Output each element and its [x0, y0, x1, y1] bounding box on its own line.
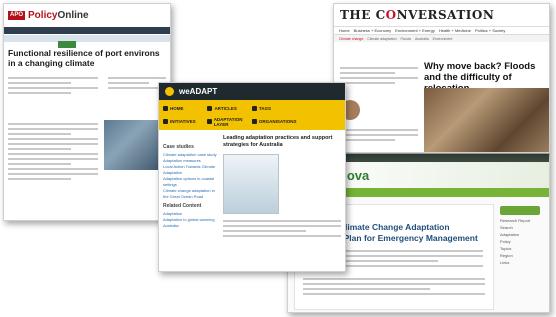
case-studies-heading: Case studies [163, 144, 194, 150]
policyonline-brand[interactable]: PolicyOnline [28, 10, 89, 21]
layer-icon [207, 119, 212, 124]
related-link[interactable]: Australia [163, 223, 219, 229]
sidebar-item[interactable]: Research Report [500, 217, 546, 224]
nav-item[interactable]: Environment + Energy [395, 28, 435, 33]
report-thumbnail[interactable] [223, 154, 279, 214]
menu-item-initiatives[interactable]: INITIATIVES [163, 115, 207, 128]
nav-item[interactable]: Health + Medicine [439, 28, 471, 33]
menu-item-organisations[interactable]: ORGANISATIONS [251, 115, 297, 128]
weadapt-menu: HOME ARTICLES TAGS INITIATIVES ADAPTATIO… [159, 100, 345, 130]
organisation-icon [251, 119, 257, 124]
flood-house-photo [424, 88, 549, 152]
sidebar-item[interactable]: Search [500, 224, 546, 231]
weadapt-sidebar: Case studies Climate adaptation case stu… [163, 141, 219, 229]
terranova-sidebar: Research Report Search Adaptation Policy… [500, 204, 546, 266]
menu-item-home[interactable]: HOME [163, 102, 207, 115]
initiative-icon [163, 119, 168, 124]
conversation-screenshot: THE CONVERSATION Home Business + Economy… [333, 3, 550, 153]
terranova-intro [333, 247, 484, 270]
nav-item[interactable]: Home [339, 28, 350, 33]
weadapt-logo-icon [165, 87, 174, 96]
conversation-nav: Home Business + Economy Environment + En… [334, 26, 549, 35]
weadapt-brand[interactable]: weADAPT [179, 87, 217, 96]
home-icon [163, 106, 168, 111]
port-image [104, 120, 164, 170]
sidebar-item[interactable]: Adaptation [500, 231, 546, 238]
subnav-item[interactable]: Climate change [339, 37, 363, 41]
apo-logo: APO [8, 11, 26, 20]
sidebar-item[interactable]: Topics [500, 245, 546, 252]
tag-icon [251, 106, 257, 111]
case-link[interactable]: Local Action Towards Climate Adaptation [163, 164, 219, 176]
nav-item[interactable]: Business + Economy [354, 28, 391, 33]
policyonline-header: APO PolicyOnline [4, 4, 170, 27]
policyonline-secondary-nav[interactable] [4, 35, 170, 48]
policyonline-body-text [8, 120, 98, 183]
case-link[interactable]: Climate change adaptation in the Great O… [163, 188, 219, 200]
conversation-brand[interactable]: THE CONVERSATION [334, 4, 549, 26]
related-heading: Related Content [163, 203, 202, 209]
conversation-subnav: Climate change Climate adaptation Floods… [334, 35, 549, 42]
policyonline-screenshot: APO PolicyOnline Functional resilience o… [3, 3, 171, 221]
subnav-item[interactable]: Australia [415, 37, 429, 41]
menu-item-tags[interactable]: TAGS [251, 102, 297, 115]
conversation-sidebar-text [340, 126, 418, 144]
terranova-body [303, 278, 485, 295]
sidebar-item[interactable]: Region [500, 252, 546, 259]
weadapt-header: weADAPT [159, 83, 345, 100]
subnav-item[interactable]: Climate adaptation [367, 37, 396, 41]
policyonline-primary-nav[interactable] [4, 27, 170, 34]
active-nav-tab[interactable] [58, 41, 76, 48]
conversation-author-block [340, 64, 418, 87]
policyonline-title: Functional resilience of port environs i… [8, 48, 160, 68]
weadapt-screenshot: weADAPT HOME ARTICLES TAGS INITIATIVES A… [158, 82, 346, 272]
menu-item-placeholder[interactable] [297, 115, 341, 128]
policyonline-meta [8, 74, 98, 97]
weadapt-title: Leading adaptation practices and support… [223, 135, 333, 148]
subnav-item[interactable]: Environment [433, 37, 453, 41]
weadapt-main: Leading adaptation practices and support… [223, 135, 341, 240]
nav-item[interactable]: Politics + Society [475, 28, 505, 33]
sidebar-item[interactable]: Links [500, 259, 546, 266]
sidebar-button[interactable] [500, 206, 540, 215]
menu-item-placeholder[interactable] [297, 102, 341, 115]
weadapt-body-text [223, 220, 341, 237]
menu-item-articles[interactable]: ARTICLES [207, 102, 251, 115]
sidebar-item[interactable]: Policy [500, 238, 546, 245]
case-link[interactable]: Adaptation options in coastal settings [163, 176, 219, 188]
menu-item-adaptation-layer[interactable]: ADAPTATION LAYER [207, 115, 251, 128]
subnav-item[interactable]: Floods [401, 37, 412, 41]
article-icon [207, 106, 213, 111]
